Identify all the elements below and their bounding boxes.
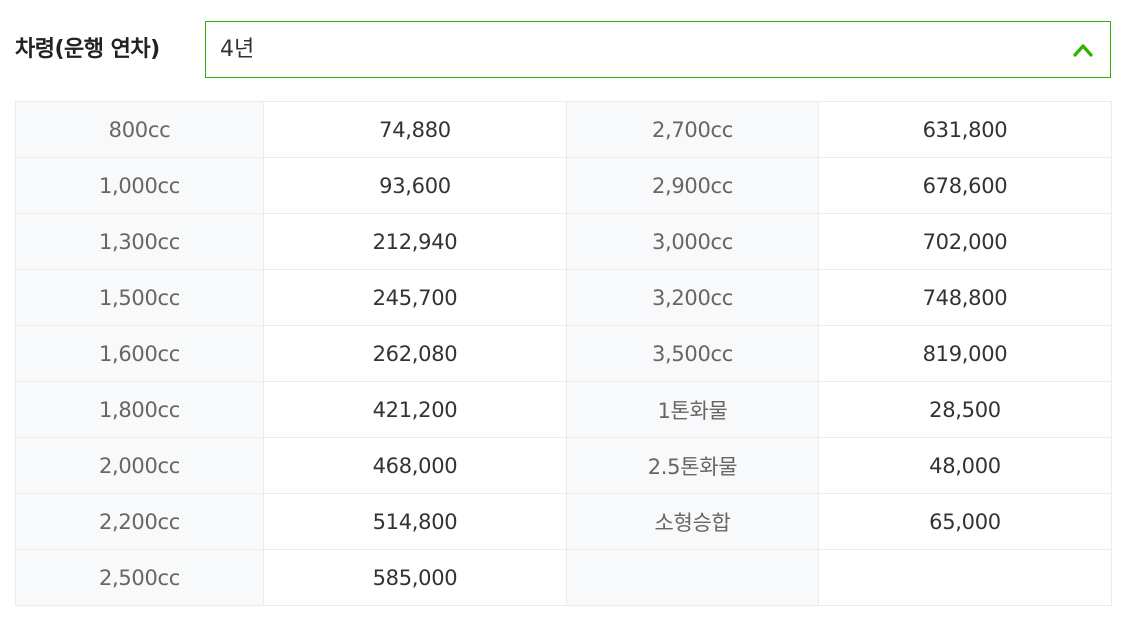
displacement-label: 2,900cc — [566, 157, 819, 214]
rate-value: 514,800 — [263, 493, 567, 550]
rate-value: 631,800 — [818, 101, 1112, 158]
table-row: 2,200cc 514,800 소형승합 65,000 — [15, 493, 1112, 550]
table-row: 800cc 74,880 2,700cc 631,800 — [15, 101, 1112, 158]
rate-value: 245,700 — [263, 269, 567, 326]
displacement-label — [566, 549, 819, 606]
displacement-label: 2,000cc — [15, 437, 264, 494]
table-row: 1,800cc 421,200 1톤화물 28,500 — [15, 381, 1112, 438]
filter-label: 차령(운행 연차) — [15, 37, 160, 62]
displacement-label: 1,800cc — [15, 381, 264, 438]
rate-value: 678,600 — [818, 157, 1112, 214]
selected-value: 4년 — [220, 37, 255, 62]
filter-row: 차령(운행 연차) 4년 — [15, 21, 1111, 78]
displacement-label: 1,300cc — [15, 213, 264, 270]
rate-value: 65,000 — [818, 493, 1112, 550]
displacement-label: 3,500cc — [566, 325, 819, 382]
displacement-label: 1톤화물 — [566, 381, 819, 438]
displacement-label: 1,000cc — [15, 157, 264, 214]
displacement-label: 1,500cc — [15, 269, 264, 326]
rate-value: 702,000 — [818, 213, 1112, 270]
vehicle-age-select[interactable]: 4년 — [205, 21, 1111, 78]
displacement-label: 1,600cc — [15, 325, 264, 382]
displacement-label: 3,200cc — [566, 269, 819, 326]
table-row: 1,600cc 262,080 3,500cc 819,000 — [15, 325, 1112, 382]
rate-value — [818, 549, 1112, 606]
rate-value: 819,000 — [818, 325, 1112, 382]
rate-table-body: 800cc 74,880 2,700cc 631,800 1,000cc 93,600 2,… — [15, 101, 1112, 606]
displacement-label: 3,000cc — [566, 213, 819, 270]
rate-value: 28,500 — [818, 381, 1112, 438]
rate-value: 212,940 — [263, 213, 567, 270]
displacement-label: 800cc — [15, 101, 264, 158]
displacement-label: 소형승합 — [566, 493, 819, 550]
chevron-up-icon[interactable] — [1072, 40, 1094, 60]
table-row: 1,500cc 245,700 3,200cc 748,800 — [15, 269, 1112, 326]
displacement-label: 2.5톤화물 — [566, 437, 819, 494]
rate-table: 800cc 74,880 2,700cc 631,800 1,000cc 93,600 2,… — [15, 101, 1112, 606]
rate-value: 585,000 — [263, 549, 567, 606]
rate-value: 421,200 — [263, 381, 567, 438]
rate-value: 48,000 — [818, 437, 1112, 494]
table-row: 1,300cc 212,940 3,000cc 702,000 — [15, 213, 1112, 270]
displacement-label: 2,500cc — [15, 549, 264, 606]
table-row: 2,000cc 468,000 2.5톤화물 48,000 — [15, 437, 1112, 494]
rate-value: 93,600 — [263, 157, 567, 214]
table-row: 2,500cc 585,000 — [15, 549, 1112, 606]
rate-value: 748,800 — [818, 269, 1112, 326]
rate-value: 262,080 — [263, 325, 567, 382]
rate-value: 74,880 — [263, 101, 567, 158]
displacement-label: 2,700cc — [566, 101, 819, 158]
table-row: 1,000cc 93,600 2,900cc 678,600 — [15, 157, 1112, 214]
rate-value: 468,000 — [263, 437, 567, 494]
displacement-label: 2,200cc — [15, 493, 264, 550]
